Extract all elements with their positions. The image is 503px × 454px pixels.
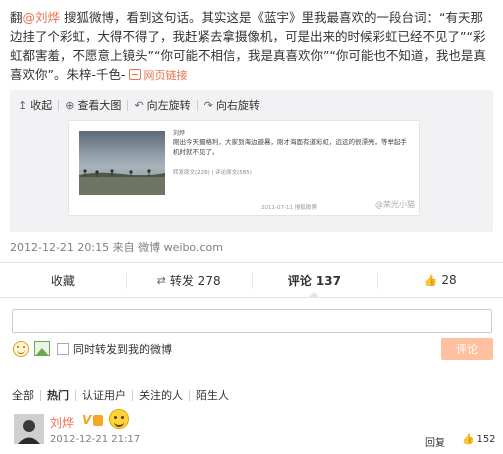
collapse-button[interactable]: ↥ 收起 [18, 97, 52, 113]
filter-verified[interactable]: 认证用户 [76, 387, 132, 403]
web-link[interactable]: 网页链接 [129, 69, 187, 83]
comment-label: 评论 137 [287, 273, 341, 288]
comment-filter-bar: 全部 热门 认证用户 关注的人 陌生人 [12, 387, 235, 403]
post-text: 翻@刘烨 搜狐微博，看到这句话。其实这是《蓝宇》里我最喜欢的一段台词：“有天那边… [10, 8, 493, 84]
verified-badge[interactable]: V [82, 413, 91, 427]
repost-icon: ⇄ [156, 273, 166, 287]
comment-button[interactable]: 评论 137 [251, 263, 378, 298]
comment-submit-button[interactable]: 评论 [441, 338, 493, 360]
rotate-right-icon: ↷ [203, 98, 213, 112]
favorite-button[interactable]: 收藏 [0, 263, 126, 297]
view-large-button[interactable]: ⊕ 查看大图 [65, 97, 121, 113]
avatar[interactable] [14, 414, 44, 444]
comment-like-count: 152 [476, 434, 496, 445]
embedded-time: 2011-07-11 搜狐微博 [261, 205, 317, 211]
toolbar-divider [58, 99, 60, 111]
filter-strangers[interactable]: 陌生人 [190, 387, 235, 403]
thumbs-up-icon: 👍 [423, 273, 438, 287]
source-prefix: 来自 [112, 241, 135, 254]
smile-icon[interactable] [13, 341, 29, 357]
embedded-author: 刘烨 [173, 130, 186, 137]
post-body: 搜狐微博，看到这句话。其实这是《蓝宇》里我最喜欢的一段台词：“有天那边挂了个彩虹… [10, 10, 486, 82]
rotate-left-button[interactable]: ↶ 向左旋转 [134, 97, 190, 113]
embedded-screenshot[interactable]: 刘烨 刚出今天摄格利，大家到海边避暑，刚才海面有道彩虹，远远的很漂亮，等举起手机… [68, 120, 420, 216]
comment-author[interactable]: 刘烨 [50, 414, 74, 431]
filter-all[interactable]: 全部 [12, 387, 40, 403]
rotate-right-label: 向右旋转 [215, 99, 260, 112]
filter-following[interactable]: 关注的人 [133, 387, 189, 403]
image-icon[interactable] [34, 341, 50, 356]
post-meta: 2012-12-21 20:15 来自 微博 weibo.com [10, 239, 223, 255]
embedded-text: 刚出今天摄格利，大家到海边避暑，刚才海面有道彩虹，远远的很漂亮，等举起手机时就不… [173, 138, 407, 156]
comment-like-button[interactable]: 👍 152 [462, 434, 496, 445]
toolbar-divider [196, 99, 198, 111]
web-link-label: 网页链接 [143, 69, 188, 82]
rotate-left-icon: ↶ [134, 98, 144, 112]
post-prefix: 翻 [10, 10, 23, 25]
comment-input[interactable] [12, 309, 492, 333]
like-button[interactable]: 👍 28 [377, 263, 503, 297]
embedded-actions: 转发原文(228) | 评论原文(585) [173, 170, 252, 176]
media-preview: ↥ 收起 ⊕ 查看大图 ↶ 向左旋转 ↷ 向右旋转 刘烨 刚出今天摄格利，大家到… [10, 90, 493, 232]
laughing-emoji-icon [109, 409, 129, 429]
like-count: 28 [441, 273, 457, 287]
post-timestamp[interactable]: 2012-12-21 20:15 [10, 241, 109, 254]
repost-checkbox[interactable] [57, 343, 69, 355]
mention-link[interactable]: @刘烨 [23, 10, 61, 25]
collapse-label: 收起 [30, 99, 53, 112]
link-icon [129, 69, 142, 80]
rotate-right-button[interactable]: ↷ 向右旋转 [204, 97, 260, 113]
repost-checkbox-label[interactable]: 同时转发到我的微博 [73, 341, 172, 357]
thumbs-up-icon: 👍 [462, 434, 475, 445]
zoom-icon: ⊕ [65, 98, 75, 112]
watermark: @荣光小猫 [375, 200, 415, 209]
member-icon[interactable] [93, 415, 103, 426]
filter-hot[interactable]: 热门 [41, 387, 75, 403]
rainbow-photo [79, 131, 165, 195]
rotate-left-label: 向左旋转 [146, 99, 191, 112]
favorite-label: 收藏 [50, 273, 75, 288]
repost-button[interactable]: ⇄ 转发 278 [125, 263, 252, 297]
post-source[interactable]: 微博 weibo.com [138, 241, 223, 254]
reply-button[interactable]: 回复 [425, 434, 445, 449]
collapse-arrow-icon: ↥ [18, 98, 28, 112]
view-large-label: 查看大图 [77, 99, 122, 112]
toolbar-divider [127, 99, 129, 111]
action-bar: 收藏 ⇄ 转发 278 评论 137 👍 28 [0, 262, 503, 298]
media-toolbar: ↥ 收起 ⊕ 查看大图 ↶ 向左旋转 ↷ 向右旋转 [18, 96, 266, 114]
repost-label: 转发 278 [169, 273, 221, 288]
comment-time: 2012-12-21 21:17 [50, 434, 141, 445]
